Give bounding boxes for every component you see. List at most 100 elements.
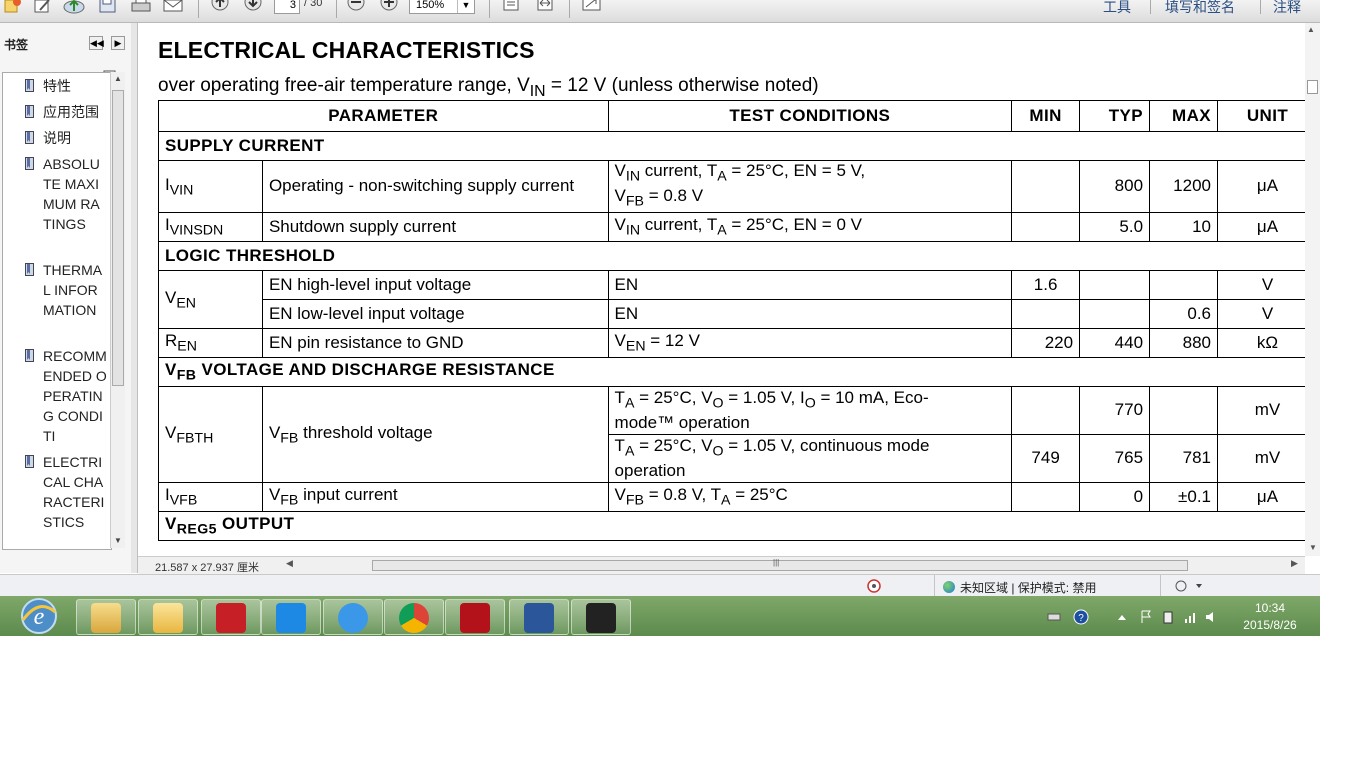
taskbar-app-chrome[interactable] [384, 599, 444, 635]
ti-logo-icon [586, 603, 616, 633]
description-cell: VFB threshold voltage [261, 385, 609, 483]
unit-cell: kΩ [1217, 327, 1305, 358]
fullscreen-icon[interactable] [581, 0, 601, 14]
min-cell [1011, 298, 1081, 329]
typ-cell: 770 [1079, 385, 1151, 435]
col-header: MIN [1011, 100, 1081, 132]
scrollbar-thumb[interactable]: ||| [372, 558, 1188, 571]
document-horizontal-scrollbar[interactable]: 21.587 x 27.937 厘米 ◀ ||| ▶ [138, 556, 1305, 574]
clock-time: 10:34 [1254, 601, 1286, 615]
unit-cell: μA [1217, 160, 1305, 213]
scrollbar-thumb[interactable] [1307, 80, 1318, 94]
app-263-icon [216, 603, 246, 633]
taskbar-app-word[interactable] [509, 599, 569, 635]
print-icon[interactable] [130, 0, 151, 14]
zoom-out-icon[interactable] [346, 0, 366, 14]
bookmark-label: ABSOLUTE MAXIMUM RATINGS [43, 156, 100, 232]
scroll-down-icon[interactable]: ▼ [1309, 543, 1317, 552]
scrollbar-thumb[interactable] [112, 90, 124, 386]
bookmark-icon [25, 455, 34, 468]
bookmark-icon [25, 349, 34, 362]
toolbar-separator [198, 0, 199, 18]
fit-width-icon[interactable] [535, 0, 555, 14]
taskbar-app-ti[interactable] [571, 599, 631, 635]
edit-icon[interactable] [32, 0, 52, 14]
col-header: TEST CONDITIONS [607, 100, 1013, 132]
unit-cell: μA [1217, 481, 1305, 512]
min-cell [1011, 481, 1081, 512]
table-header-row: PARAMETER TEST CONDITIONS MIN TYP MAX UN… [158, 100, 1305, 132]
start-button[interactable]: e [13, 596, 65, 636]
table-row: EN low-level input voltage EN 0.6 V [159, 298, 1305, 329]
comment-pane-button[interactable]: 注释 [1273, 0, 1301, 17]
electrical-characteristics-table: PARAMETER TEST CONDITIONS MIN TYP MAX UN… [158, 100, 1305, 541]
symbol-cell: IVINSDN [158, 211, 263, 242]
conditions-cell: VIN current, TA = 25°C, EN = 0 V [607, 211, 1013, 242]
save-icon[interactable] [98, 0, 118, 14]
collapse-panel-icon[interactable]: ◀◀ [89, 36, 104, 50]
taskbar-app-notes[interactable] [323, 599, 383, 635]
description-cell: Operating - non-switching supply current [261, 160, 609, 213]
zoom-in-icon[interactable] [379, 0, 399, 14]
unit-cell: mV [1217, 385, 1305, 435]
zoom-menu-icon[interactable] [1174, 579, 1204, 593]
conditions-cell: EN [607, 298, 1013, 329]
section-title: LOGIC THRESHOLD [158, 240, 1305, 271]
taskbar: e ? 10:34 2015/8/26 [0, 596, 1320, 636]
bookmarks-scrollbar[interactable]: ▲ ▼ [110, 72, 125, 548]
tray-icons[interactable]: ? [1046, 609, 1216, 625]
page-number-input[interactable]: 3 [274, 0, 300, 14]
section-row: LOGIC THRESHOLD [158, 240, 1305, 271]
typ-cell [1079, 298, 1151, 329]
table-row: IVINSDN Shutdown supply current VIN curr… [158, 211, 1305, 242]
zoom-select[interactable]: 150% ▼ [409, 0, 475, 14]
security-zone: 未知区域 | 保护模式: 禁用 [960, 581, 1097, 595]
panel-splitter[interactable] [131, 23, 138, 573]
toolbar-separator [1150, 0, 1151, 14]
table-row: REN EN pin resistance to GND VEN = 12 V … [158, 327, 1305, 358]
chevron-down-icon[interactable]: ▼ [457, 0, 474, 13]
taskbar-app-mail[interactable] [138, 599, 198, 635]
taskbar-app-chat[interactable] [261, 599, 321, 635]
description-cell: EN pin resistance to GND [261, 327, 609, 358]
next-page-icon[interactable] [243, 0, 263, 14]
email-icon[interactable] [162, 0, 183, 14]
taskbar-clock[interactable]: 10:34 2015/8/26 [1226, 600, 1314, 634]
taskbar-app-263[interactable] [201, 599, 261, 635]
cloud-upload-icon[interactable] [62, 0, 85, 14]
expand-panel-icon[interactable]: ▶ [111, 36, 125, 50]
status-separator [1160, 575, 1161, 597]
symbol-cell: VEN [158, 269, 263, 329]
min-cell: 749 [1011, 433, 1081, 483]
conditions-cell: TA = 25°C, VO = 1.05 V, IO = 10 mA, Eco-… [607, 385, 1013, 435]
scroll-up-icon[interactable]: ▲ [111, 72, 125, 86]
scroll-down-icon[interactable]: ▼ [111, 534, 125, 548]
scroll-left-icon[interactable]: ◀ [286, 558, 293, 569]
typ-cell: 440 [1079, 327, 1151, 358]
chrome-icon [399, 603, 429, 633]
taskbar-app-explorer[interactable] [76, 599, 136, 635]
scroll-up-icon[interactable]: ▲ [1307, 25, 1315, 34]
scroll-right-icon[interactable]: ▶ [1291, 558, 1298, 569]
grip-icon: ||| [773, 558, 780, 567]
table-row: VFBTH VFB threshold voltage TA = 25°C, V… [158, 385, 1305, 483]
fill-sign-pane-button[interactable]: 填写和签名 [1165, 0, 1235, 17]
table-row: IVIN Operating - non-switching supply cu… [158, 160, 1305, 213]
bookmark-icon [25, 263, 34, 276]
typ-cell: 765 [1079, 433, 1151, 483]
create-icon[interactable] [2, 0, 22, 14]
status-separator [934, 575, 935, 597]
toolbar-separator [1260, 0, 1261, 14]
fit-page-icon[interactable] [501, 0, 521, 14]
tools-pane-button[interactable]: 工具 [1103, 0, 1131, 17]
pdf-icon [460, 603, 490, 633]
toolbar-separator [336, 0, 337, 18]
min-cell [1011, 385, 1081, 435]
folder-icon [91, 603, 121, 633]
privacy-icon[interactable] [866, 579, 882, 593]
bookmarks-list: 特性 应用范围 说明 ABSOLUTE MAXIMUM RATINGS THER… [2, 72, 112, 550]
unit-cell: μA [1217, 211, 1305, 242]
document-vertical-scrollbar[interactable]: ▲ ▼ [1305, 23, 1320, 556]
taskbar-app-pdf-reader[interactable] [445, 599, 505, 635]
prev-page-icon[interactable] [210, 0, 230, 14]
